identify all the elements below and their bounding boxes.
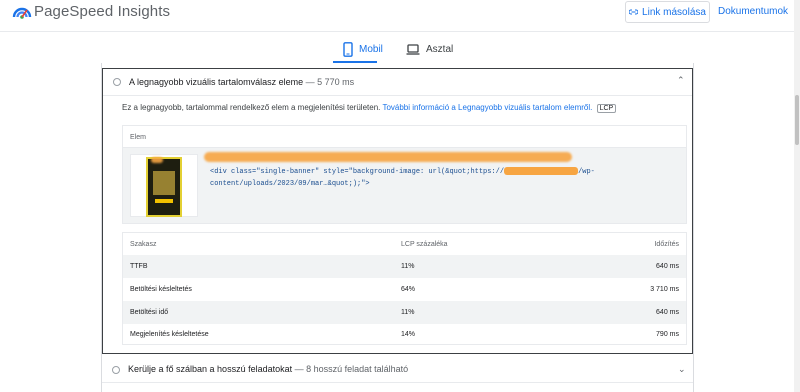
row-percent: 11%: [401, 309, 415, 316]
lcp-phase-table: Szakasz LCP százaléka Időzítés TTFB 11% …: [122, 232, 687, 345]
top-bar: PageSpeed Insights Link másolása Dokumen…: [0, 0, 794, 28]
audit-value: — 8 hosszú feladat található: [292, 364, 409, 374]
row-phase: Betöltési késleltetés: [130, 286, 192, 293]
banner-graphic: [153, 171, 175, 195]
lcp-audit-header[interactable]: A legnagyobb vizuális tartalomválasz ele…: [103, 69, 692, 96]
row-timing: 640 ms: [656, 309, 679, 316]
chevron-down-icon[interactable]: ⌄: [678, 364, 686, 375]
snippet-line-1-end: /wp-: [578, 168, 595, 176]
lcp-badge: LCP: [596, 104, 617, 113]
row-timing: 640 ms: [656, 263, 679, 270]
audit-description: Ez a legnagyobb, tartalommal rendelkező …: [122, 103, 381, 112]
active-tab-indicator: [333, 61, 377, 63]
chevron-up-icon[interactable]: ⌃: [677, 75, 685, 86]
banner-button-graphic: [155, 199, 173, 203]
laptop-icon: [406, 43, 420, 55]
device-tabs: Mobil Asztal: [0, 33, 794, 63]
header-phase: Szakasz: [130, 241, 157, 248]
row-timing: 3 710 ms: [650, 286, 679, 293]
pagespeed-logo-icon: [12, 7, 32, 19]
header-divider: [0, 31, 794, 32]
snippet-line-1: <div class="single-banner" style="backgr…: [210, 168, 505, 176]
table-row: Megjelenítés késleltetése 14% 790 ms: [123, 323, 686, 346]
redaction-mark: [151, 157, 163, 163]
content-border-right: [693, 63, 694, 392]
audit-title-row: A legnagyobb vizuális tartalomválasz ele…: [129, 77, 354, 87]
tab-desktop[interactable]: Asztal: [406, 38, 453, 60]
snippet-line-2: content/uploads/2023/09/mar…&quot;);">: [210, 180, 370, 188]
row-phase: TTFB: [130, 263, 148, 270]
audit-status-circle-icon: [113, 78, 121, 86]
audit-value: — 5 770 ms: [303, 77, 355, 87]
row-percent: 11%: [401, 263, 415, 270]
header-percent: LCP százaléka: [401, 241, 448, 248]
lcp-audit-card: A legnagyobb vizuális tartalomválasz ele…: [102, 68, 693, 354]
long-tasks-audit[interactable]: Kerülje a fő szálban a hosszú feladatoka…: [102, 357, 693, 383]
element-header: Elem: [123, 126, 686, 148]
row-phase: Megjelenítés késleltetése: [130, 331, 209, 338]
banner-preview-image: [146, 157, 182, 217]
link-icon: [629, 9, 639, 15]
brand-title: PageSpeed Insights: [34, 3, 171, 20]
element-row: <div class="single-banner" style="backgr…: [123, 148, 686, 223]
table-row: TTFB 11% 640 ms: [123, 255, 686, 278]
audit-title: Kerülje a fő szálban a hosszú feladatoka…: [128, 364, 293, 374]
copy-link-label: Link másolása: [642, 6, 706, 18]
table-row: Betöltési idő 11% 640 ms: [123, 301, 686, 324]
audit-status-circle-icon: [112, 366, 120, 374]
scrollbar-thumb[interactable]: [795, 95, 799, 145]
learn-more-link[interactable]: További információ a Legnagyobb vizuális…: [382, 103, 592, 112]
audit-description-row: Ez a legnagyobb, tartalommal rendelkező …: [122, 103, 617, 113]
element-thumbnail: [130, 154, 198, 217]
redaction-mark: [204, 152, 572, 162]
row-phase: Betöltési idő: [130, 309, 169, 316]
scrollbar[interactable]: [794, 0, 800, 392]
tab-mobile[interactable]: Mobil: [343, 38, 383, 60]
row-percent: 64%: [401, 286, 416, 293]
tab-desktop-label: Asztal: [426, 43, 454, 55]
table-row: Betöltési késleltetés 64% 3 710 ms: [123, 278, 686, 301]
audit-title-row: Kerülje a fő szálban a hosszú feladatoka…: [128, 364, 408, 374]
audit-title: A legnagyobb vizuális tartalomválasz ele…: [129, 77, 304, 87]
redaction-mark: [504, 167, 579, 176]
header-timing: Időzítés: [654, 241, 679, 248]
copy-link-button[interactable]: Link másolása: [625, 1, 710, 23]
element-snippet: <div class="single-banner" style="backgr…: [210, 166, 680, 190]
row-percent: 14%: [401, 331, 416, 338]
docs-link[interactable]: Dokumentumok: [718, 6, 788, 17]
phone-icon: [343, 41, 353, 57]
tab-mobile-label: Mobil: [359, 43, 383, 55]
table-header: Szakasz LCP százaléka Időzítés: [123, 233, 686, 255]
element-table: Elem <div class="single-banner" style="b…: [122, 125, 687, 224]
row-timing: 790 ms: [656, 331, 679, 338]
